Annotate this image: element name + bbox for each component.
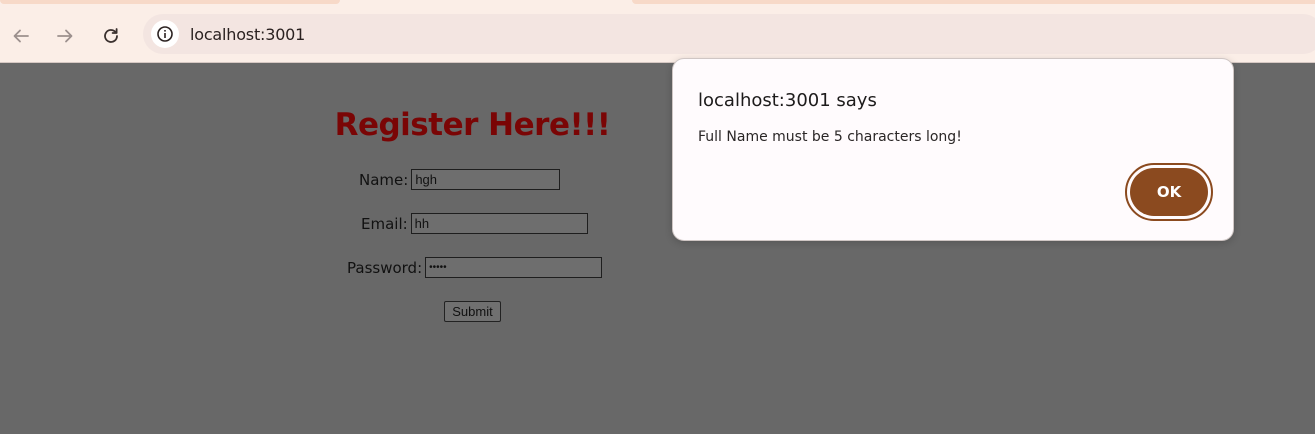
submit-button[interactable]: Submit (444, 301, 501, 322)
tab-strip (0, 0, 1315, 12)
password-row: Password: ••••• (347, 257, 603, 278)
tab[interactable] (632, 0, 1315, 4)
reload-icon (104, 28, 118, 43)
info-icon (157, 26, 173, 42)
ok-button[interactable]: OK (1130, 168, 1208, 216)
alert-dialog: localhost:3001 says Full Name must be 5 … (672, 58, 1234, 241)
alert-title: localhost:3001 says (698, 90, 877, 111)
email-label: Email: (361, 214, 408, 233)
name-input[interactable]: hgh (411, 169, 561, 190)
arrow-left-icon (13, 29, 29, 43)
back-button[interactable] (5, 20, 37, 52)
address-bar[interactable]: localhost:3001 (143, 14, 1315, 54)
tab[interactable] (0, 0, 340, 4)
forward-button[interactable] (49, 20, 81, 52)
site-info-button[interactable] (151, 20, 179, 48)
browser-toolbar: localhost:3001 (0, 12, 1315, 62)
ok-focus-ring: OK (1125, 163, 1213, 221)
password-label: Password: (347, 258, 423, 277)
url-text[interactable]: localhost:3001 (190, 25, 305, 44)
alert-message: Full Name must be 5 characters long! (698, 129, 962, 145)
password-input[interactable]: ••••• (425, 257, 603, 278)
arrow-right-icon (57, 29, 73, 43)
email-input[interactable]: hh (410, 213, 588, 234)
email-row: Email: hh (361, 213, 588, 234)
reload-button[interactable] (95, 20, 127, 52)
name-label: Name: (359, 170, 409, 189)
name-row: Name: hgh (359, 169, 561, 190)
